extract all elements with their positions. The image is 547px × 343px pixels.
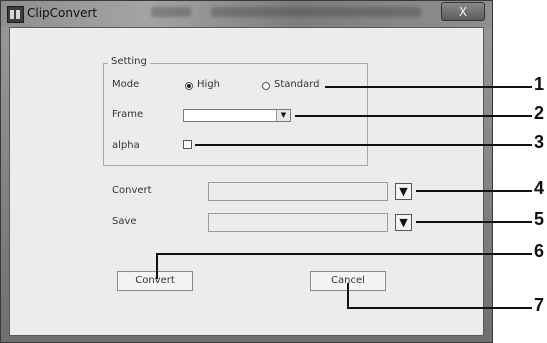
callout-line-7-vertical xyxy=(347,283,349,309)
convert-browse-button[interactable]: ▼ xyxy=(395,183,412,200)
frame-label: Frame xyxy=(112,109,144,120)
callout-line-2 xyxy=(295,115,532,117)
callout-number-3: 3 xyxy=(534,132,545,152)
setting-group-label: Setting xyxy=(108,56,150,67)
blurred-title-text xyxy=(151,7,191,17)
callout-number-5: 5 xyxy=(534,209,545,229)
callout-line-3 xyxy=(195,144,532,146)
callout-number-4: 4 xyxy=(534,178,545,198)
callout-line-4 xyxy=(416,190,532,192)
convert-label: Convert xyxy=(112,185,152,196)
mode-standard-radio[interactable] xyxy=(262,82,270,90)
save-browse-button[interactable]: ▼ xyxy=(395,214,412,231)
mode-standard-label[interactable]: Standard xyxy=(274,79,320,90)
convert-path-field[interactable] xyxy=(208,182,388,201)
callout-number-1: 1 xyxy=(534,74,545,94)
save-path-field[interactable] xyxy=(208,213,388,232)
app-film-icon xyxy=(7,6,24,23)
mode-high-label[interactable]: High xyxy=(197,79,220,90)
frame-select[interactable]: ▼ xyxy=(183,109,291,122)
callout-line-7 xyxy=(347,307,532,309)
alpha-checkbox[interactable] xyxy=(183,140,192,149)
callout-number-2: 2 xyxy=(534,103,545,123)
dropdown-arrow-icon[interactable]: ▼ xyxy=(276,110,290,121)
close-button[interactable]: X xyxy=(441,2,485,21)
callout-number-6: 6 xyxy=(534,241,545,261)
callout-line-6-vertical xyxy=(156,253,158,279)
callout-line-5 xyxy=(416,221,532,223)
mode-label: Mode xyxy=(112,79,140,90)
convert-button[interactable]: Convert xyxy=(117,271,193,291)
window-title: ClipConvert xyxy=(27,6,98,20)
save-label: Save xyxy=(112,216,137,227)
callout-line-1 xyxy=(325,86,532,88)
blurred-title-text xyxy=(211,7,421,17)
mode-high-radio[interactable] xyxy=(185,82,193,90)
callout-line-6 xyxy=(156,253,532,255)
title-bar[interactable]: ClipConvert X xyxy=(1,1,492,27)
clipconvert-window: ClipConvert X xyxy=(0,0,493,343)
callout-number-7: 7 xyxy=(534,295,545,315)
alpha-label: alpha xyxy=(112,140,140,151)
